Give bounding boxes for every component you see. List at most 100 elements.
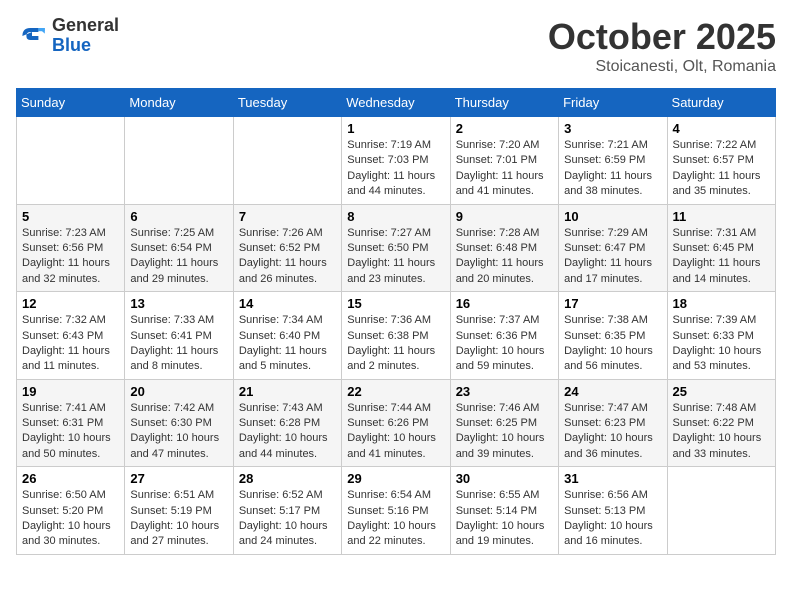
- day-info: Sunrise: 7:19 AM Sunset: 7:03 PM Dayligh…: [347, 138, 444, 200]
- day-number: 3: [564, 121, 661, 136]
- day-info: Sunrise: 7:32 AM Sunset: 6:43 PM Dayligh…: [22, 313, 119, 375]
- weekday-header-saturday: Saturday: [667, 89, 775, 117]
- day-number: 10: [564, 209, 661, 224]
- day-cell: 5 Sunrise: 7:23 AM Sunset: 6:56 PM Daylig…: [17, 204, 125, 292]
- day-number: 28: [239, 471, 336, 486]
- day-info: Sunrise: 7:37 AM Sunset: 6:36 PM Dayligh…: [456, 313, 553, 375]
- weekday-header-wednesday: Wednesday: [342, 89, 450, 117]
- day-cell: 1 Sunrise: 7:19 AM Sunset: 7:03 PM Daylig…: [342, 117, 450, 205]
- day-info: Sunrise: 7:34 AM Sunset: 6:40 PM Dayligh…: [239, 313, 336, 375]
- title-block: October 2025 Stoicanesti, Olt, Romania: [548, 16, 776, 76]
- day-info: Sunrise: 7:43 AM Sunset: 6:28 PM Dayligh…: [239, 401, 336, 463]
- weekday-header-thursday: Thursday: [450, 89, 558, 117]
- day-info: Sunrise: 6:55 AM Sunset: 5:14 PM Dayligh…: [456, 488, 553, 550]
- day-number: 5: [22, 209, 119, 224]
- logo: General Blue: [16, 16, 119, 56]
- day-number: 23: [456, 384, 553, 399]
- day-info: Sunrise: 6:50 AM Sunset: 5:20 PM Dayligh…: [22, 488, 119, 550]
- day-number: 21: [239, 384, 336, 399]
- logo-text: General Blue: [52, 16, 119, 56]
- day-cell: 30 Sunrise: 6:55 AM Sunset: 5:14 PM Dayli…: [450, 467, 558, 555]
- day-info: Sunrise: 7:46 AM Sunset: 6:25 PM Dayligh…: [456, 401, 553, 463]
- day-info: Sunrise: 7:38 AM Sunset: 6:35 PM Dayligh…: [564, 313, 661, 375]
- day-cell: 16 Sunrise: 7:37 AM Sunset: 6:36 PM Dayli…: [450, 292, 558, 380]
- day-number: 15: [347, 296, 444, 311]
- day-number: 2: [456, 121, 553, 136]
- day-number: 31: [564, 471, 661, 486]
- day-cell: 8Sunrise: 7:27 AM Sunset: 6:50 PM Daylig…: [342, 204, 450, 292]
- day-cell: [125, 117, 233, 205]
- day-number: 20: [130, 384, 227, 399]
- day-info: Sunrise: 7:41 AM Sunset: 6:31 PM Dayligh…: [22, 401, 119, 463]
- day-info: Sunrise: 6:51 AM Sunset: 5:19 PM Dayligh…: [130, 488, 227, 550]
- day-cell: 23 Sunrise: 7:46 AM Sunset: 6:25 PM Dayli…: [450, 379, 558, 467]
- day-info: Sunrise: 7:47 AM Sunset: 6:23 PM Dayligh…: [564, 401, 661, 463]
- day-number: 14: [239, 296, 336, 311]
- day-cell: 3Sunrise: 7:21 AM Sunset: 6:59 PM Daylig…: [559, 117, 667, 205]
- day-cell: 22Sunrise: 7:44 AM Sunset: 6:26 PM Dayli…: [342, 379, 450, 467]
- day-info: Sunrise: 7:39 AM Sunset: 6:33 PM Dayligh…: [673, 313, 770, 375]
- day-number: 19: [22, 384, 119, 399]
- day-cell: 17Sunrise: 7:38 AM Sunset: 6:35 PM Dayli…: [559, 292, 667, 380]
- day-info: Sunrise: 7:22 AM Sunset: 6:57 PM Dayligh…: [673, 138, 770, 200]
- day-cell: [17, 117, 125, 205]
- day-info: Sunrise: 6:52 AM Sunset: 5:17 PM Dayligh…: [239, 488, 336, 550]
- week-row-4: 19 Sunrise: 7:41 AM Sunset: 6:31 PM Dayli…: [17, 379, 776, 467]
- day-info: Sunrise: 6:54 AM Sunset: 5:16 PM Dayligh…: [347, 488, 444, 550]
- day-number: 9: [456, 209, 553, 224]
- weekday-header-tuesday: Tuesday: [233, 89, 341, 117]
- day-cell: 20 Sunrise: 7:42 AM Sunset: 6:30 PM Dayli…: [125, 379, 233, 467]
- day-info: Sunrise: 7:26 AM Sunset: 6:52 PM Dayligh…: [239, 226, 336, 288]
- day-number: 24: [564, 384, 661, 399]
- day-cell: 14 Sunrise: 7:34 AM Sunset: 6:40 PM Dayli…: [233, 292, 341, 380]
- day-number: 30: [456, 471, 553, 486]
- day-info: Sunrise: 6:56 AM Sunset: 5:13 PM Dayligh…: [564, 488, 661, 550]
- day-cell: 29 Sunrise: 6:54 AM Sunset: 5:16 PM Dayli…: [342, 467, 450, 555]
- day-number: 25: [673, 384, 770, 399]
- weekday-header-monday: Monday: [125, 89, 233, 117]
- day-info: Sunrise: 7:29 AM Sunset: 6:47 PM Dayligh…: [564, 226, 661, 288]
- day-number: 6: [130, 209, 227, 224]
- day-info: Sunrise: 7:20 AM Sunset: 7:01 PM Dayligh…: [456, 138, 553, 200]
- week-row-3: 12Sunrise: 7:32 AM Sunset: 6:43 PM Dayli…: [17, 292, 776, 380]
- day-number: 4: [673, 121, 770, 136]
- day-info: Sunrise: 7:36 AM Sunset: 6:38 PM Dayligh…: [347, 313, 444, 375]
- day-cell: 18 Sunrise: 7:39 AM Sunset: 6:33 PM Dayli…: [667, 292, 775, 380]
- logo-general-text: General: [52, 16, 119, 36]
- calendar-table: SundayMondayTuesdayWednesdayThursdayFrid…: [16, 88, 776, 555]
- weekday-header-row: SundayMondayTuesdayWednesdayThursdayFrid…: [17, 89, 776, 117]
- day-cell: 10 Sunrise: 7:29 AM Sunset: 6:47 PM Dayli…: [559, 204, 667, 292]
- day-info: Sunrise: 7:23 AM Sunset: 6:56 PM Dayligh…: [22, 226, 119, 288]
- day-cell: 26 Sunrise: 6:50 AM Sunset: 5:20 PM Dayli…: [17, 467, 125, 555]
- day-number: 16: [456, 296, 553, 311]
- day-cell: 31 Sunrise: 6:56 AM Sunset: 5:13 PM Dayli…: [559, 467, 667, 555]
- month-title: October 2025: [548, 16, 776, 58]
- day-cell: 15 Sunrise: 7:36 AM Sunset: 6:38 PM Dayli…: [342, 292, 450, 380]
- week-row-2: 5 Sunrise: 7:23 AM Sunset: 6:56 PM Daylig…: [17, 204, 776, 292]
- day-cell: [233, 117, 341, 205]
- day-number: 7: [239, 209, 336, 224]
- day-info: Sunrise: 7:42 AM Sunset: 6:30 PM Dayligh…: [130, 401, 227, 463]
- day-cell: 27Sunrise: 6:51 AM Sunset: 5:19 PM Dayli…: [125, 467, 233, 555]
- day-cell: 12Sunrise: 7:32 AM Sunset: 6:43 PM Dayli…: [17, 292, 125, 380]
- weekday-header-sunday: Sunday: [17, 89, 125, 117]
- day-cell: 21 Sunrise: 7:43 AM Sunset: 6:28 PM Dayli…: [233, 379, 341, 467]
- day-number: 8: [347, 209, 444, 224]
- day-cell: 24 Sunrise: 7:47 AM Sunset: 6:23 PM Dayli…: [559, 379, 667, 467]
- day-number: 11: [673, 209, 770, 224]
- day-info: Sunrise: 7:31 AM Sunset: 6:45 PM Dayligh…: [673, 226, 770, 288]
- day-info: Sunrise: 7:33 AM Sunset: 6:41 PM Dayligh…: [130, 313, 227, 375]
- day-cell: 6Sunrise: 7:25 AM Sunset: 6:54 PM Daylig…: [125, 204, 233, 292]
- day-number: 29: [347, 471, 444, 486]
- day-number: 18: [673, 296, 770, 311]
- day-cell: 4 Sunrise: 7:22 AM Sunset: 6:57 PM Daylig…: [667, 117, 775, 205]
- week-row-1: 1 Sunrise: 7:19 AM Sunset: 7:03 PM Daylig…: [17, 117, 776, 205]
- day-info: Sunrise: 7:44 AM Sunset: 6:26 PM Dayligh…: [347, 401, 444, 463]
- day-number: 1: [347, 121, 444, 136]
- weekday-header-friday: Friday: [559, 89, 667, 117]
- day-info: Sunrise: 7:48 AM Sunset: 6:22 PM Dayligh…: [673, 401, 770, 463]
- location: Stoicanesti, Olt, Romania: [548, 58, 776, 76]
- day-number: 26: [22, 471, 119, 486]
- logo-blue-text: Blue: [52, 36, 119, 56]
- day-cell: 13Sunrise: 7:33 AM Sunset: 6:41 PM Dayli…: [125, 292, 233, 380]
